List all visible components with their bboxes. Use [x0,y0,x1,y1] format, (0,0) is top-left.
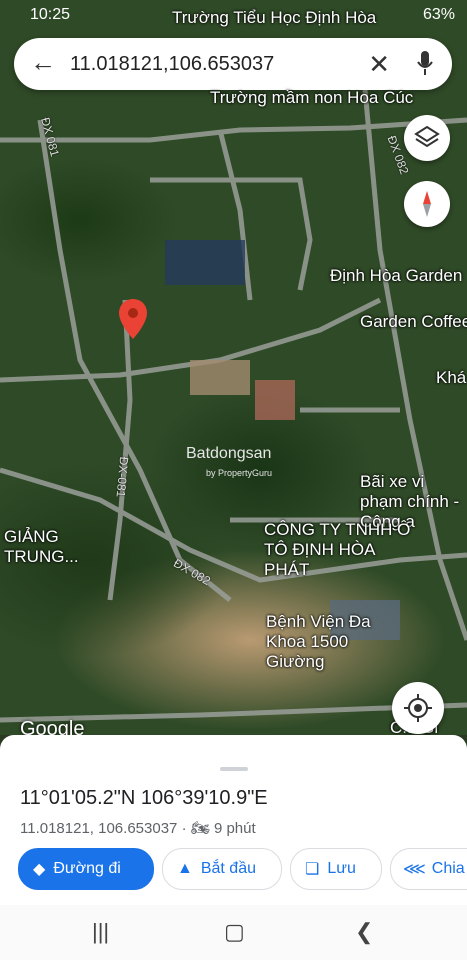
start-button[interactable]: ▲ Bắt đầu [162,848,282,890]
place-label[interactable]: CÔNG TY TNHH Ô TÔ ĐỊNH HÒA PHÁT [264,520,414,580]
watermark-subtext: by PropertyGuru [206,468,273,478]
search-query[interactable]: 11.018121,106.653037 [70,53,274,76]
travel-time: 9 phút [213,820,256,837]
sheet-handle[interactable] [220,767,248,771]
google-logo: Google [20,718,85,735]
share-label: Chia [431,860,465,877]
layers-button[interactable] [404,115,450,161]
coordinates-info: 11.018121, 106.653037 · 🏍 9 phút [20,819,256,837]
compass-icon [423,191,431,217]
coordinates-dms: 11°01'05.2"N 106°39'10.9"E [20,787,268,809]
place-label[interactable]: Garden Coffee [360,312,467,332]
motorbike-icon: 🏍 [190,820,210,837]
my-location-icon [404,694,432,722]
compass-button[interactable] [404,181,450,227]
directions-label: Đường đi [53,860,121,877]
clock: 10:25 [30,6,71,23]
save-label: Lưu [327,860,356,877]
navigation-arrow-icon: ▲ [177,860,193,877]
home-icon[interactable]: ▢ [224,919,245,945]
share-button[interactable]: ⋘ Chia [390,848,467,890]
microphone-icon[interactable] [416,49,434,77]
coordinates-decimal: 11.018121, 106.653037 [20,820,178,837]
watermark-text: Batdongsan [186,445,272,462]
share-icon: ⋘ [403,861,426,878]
back-icon[interactable]: ❮ [355,919,373,945]
directions-icon: ◆ [33,861,46,878]
location-pin-icon[interactable] [118,298,148,340]
directions-button[interactable]: ◆ Đường đi [18,848,154,890]
separator-dot: · [181,820,191,837]
place-label[interactable]: Trường mầm non Hoa Cúc [210,88,413,108]
place-label[interactable]: Khá [436,368,466,388]
clear-icon[interactable]: ✕ [368,49,390,80]
place-label[interactable]: Định Hòa Garden [330,266,462,286]
layers-icon [414,125,440,148]
battery-level: 63% [422,6,455,23]
watermark: Batdongsan by PropertyGuru [186,445,272,481]
my-location-button[interactable] [392,682,444,734]
place-label[interactable]: GIẢNG TRUNG... [4,527,79,567]
map-roads-layer [0,89,467,723]
recent-apps-icon[interactable]: ||| [92,919,109,945]
save-button[interactable]: ❏ Lưu [290,848,382,890]
start-label: Bắt đầu [200,860,256,877]
search-bar[interactable]: ← 11.018121,106.653037 ✕ [14,38,452,90]
satellite-map[interactable]: 10:25 63% ← 11.018121,106.653037 ✕ Trườn… [0,0,467,735]
bookmark-icon: ❏ [305,861,320,878]
place-label[interactable]: Trường Tiểu Học Định Hòa [172,8,376,28]
back-arrow-icon[interactable]: ← [30,49,56,76]
place-label[interactable]: Bệnh Viện Đa Khoa 1500 Giường [266,612,396,672]
system-nav-bar: ||| ▢ ❮ [0,905,467,960]
